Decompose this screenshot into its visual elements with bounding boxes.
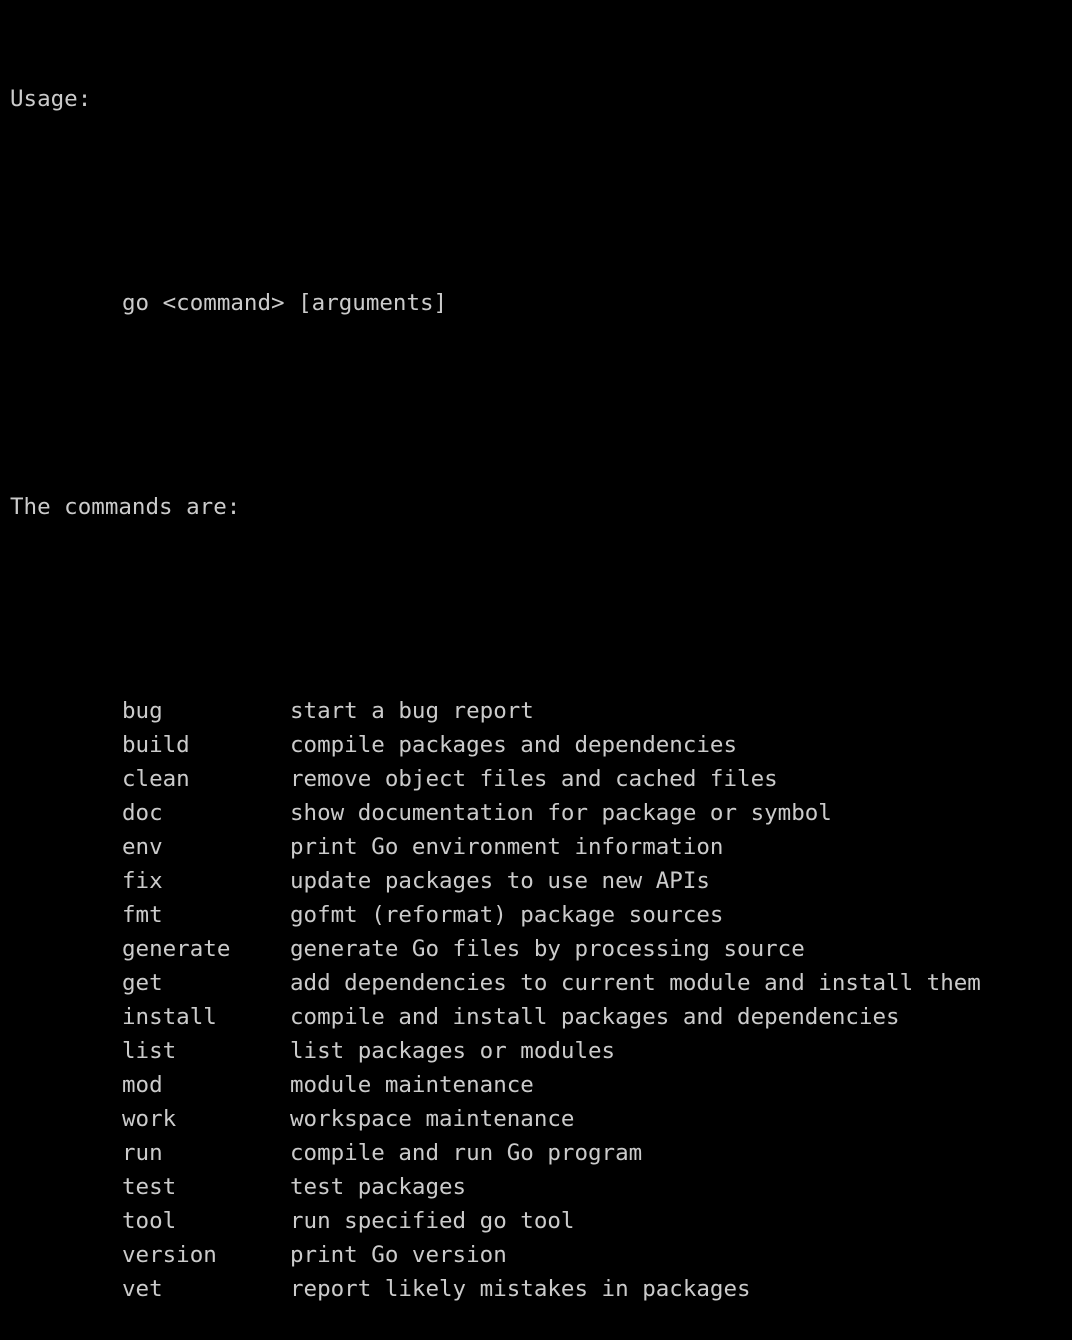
command-name: list [122, 1038, 177, 1064]
command-description: print Go version [290, 1242, 507, 1268]
command-row: doc show documentation for package or sym… [10, 796, 981, 830]
command-description: run specified go tool [290, 1208, 575, 1234]
command-row: vet report likely mistakes in packages [10, 1272, 981, 1306]
command-row: run compile and run Go program [10, 1136, 981, 1170]
command-row: tool run specified go tool [10, 1204, 981, 1238]
command-name: mod [122, 1072, 163, 1098]
command-row: bug start a bug report [10, 694, 981, 728]
command-row: build compile packages and dependencies [10, 728, 981, 762]
command-row: test test packages [10, 1170, 981, 1204]
command-description: compile and run Go program [290, 1140, 643, 1166]
command-description: compile packages and dependencies [290, 732, 738, 758]
command-name: tool [122, 1208, 177, 1234]
command-description: remove object files and cached files [290, 766, 778, 792]
command-name: doc [122, 800, 163, 826]
command-name: run [122, 1140, 163, 1166]
commands-heading: The commands are: [10, 494, 241, 520]
command-row: list list packages or modules [10, 1034, 981, 1068]
command-name: install [122, 1004, 217, 1030]
command-description: compile and install packages and depende… [290, 1004, 900, 1030]
command-description: add dependencies to current module and i… [290, 970, 981, 996]
command-row: version print Go version [10, 1238, 981, 1272]
command-name: fix [122, 868, 163, 894]
command-name: bug [122, 698, 163, 724]
command-description: print Go environment information [290, 834, 724, 860]
command-row: install compile and install packages and … [10, 1000, 981, 1034]
command-name: test [122, 1174, 177, 1200]
command-row: get add dependencies to current module an… [10, 966, 981, 1000]
command-row: env print Go environment information [10, 830, 981, 864]
command-row: fmt gofmt (reformat) package sources [10, 898, 981, 932]
command-description: start a bug report [290, 698, 534, 724]
command-row: work workspace maintenance [10, 1102, 981, 1136]
terminal-output: Usage: go <command> [arguments] The comm… [10, 14, 981, 1340]
usage-syntax: go <command> [arguments] [122, 290, 448, 316]
command-row: fix update packages to use new APIs [10, 864, 981, 898]
command-row: mod module maintenance [10, 1068, 981, 1102]
command-description: module maintenance [290, 1072, 534, 1098]
command-name: env [122, 834, 163, 860]
command-name: fmt [122, 902, 163, 928]
command-name: get [122, 970, 163, 996]
command-name: generate [122, 936, 231, 962]
command-name: clean [122, 766, 190, 792]
command-name: vet [122, 1276, 163, 1302]
command-description: workspace maintenance [290, 1106, 575, 1132]
command-name: work [122, 1106, 177, 1132]
command-description: test packages [290, 1174, 467, 1200]
command-name: build [122, 732, 190, 758]
command-row: generate generate Go files by processing … [10, 932, 981, 966]
command-list: bug start a bug report build compile packag… [10, 694, 981, 1306]
command-name: version [122, 1242, 217, 1268]
command-description: report likely mistakes in packages [290, 1276, 751, 1302]
command-description: gofmt (reformat) package sources [290, 902, 724, 928]
command-description: generate Go files by processing source [290, 936, 805, 962]
usage-label: Usage: [10, 86, 92, 112]
command-description: show documentation for package or symbol [290, 800, 832, 826]
command-row: clean remove object files and cached file… [10, 762, 981, 796]
command-description: list packages or modules [290, 1038, 616, 1064]
command-description: update packages to use new APIs [290, 868, 710, 894]
